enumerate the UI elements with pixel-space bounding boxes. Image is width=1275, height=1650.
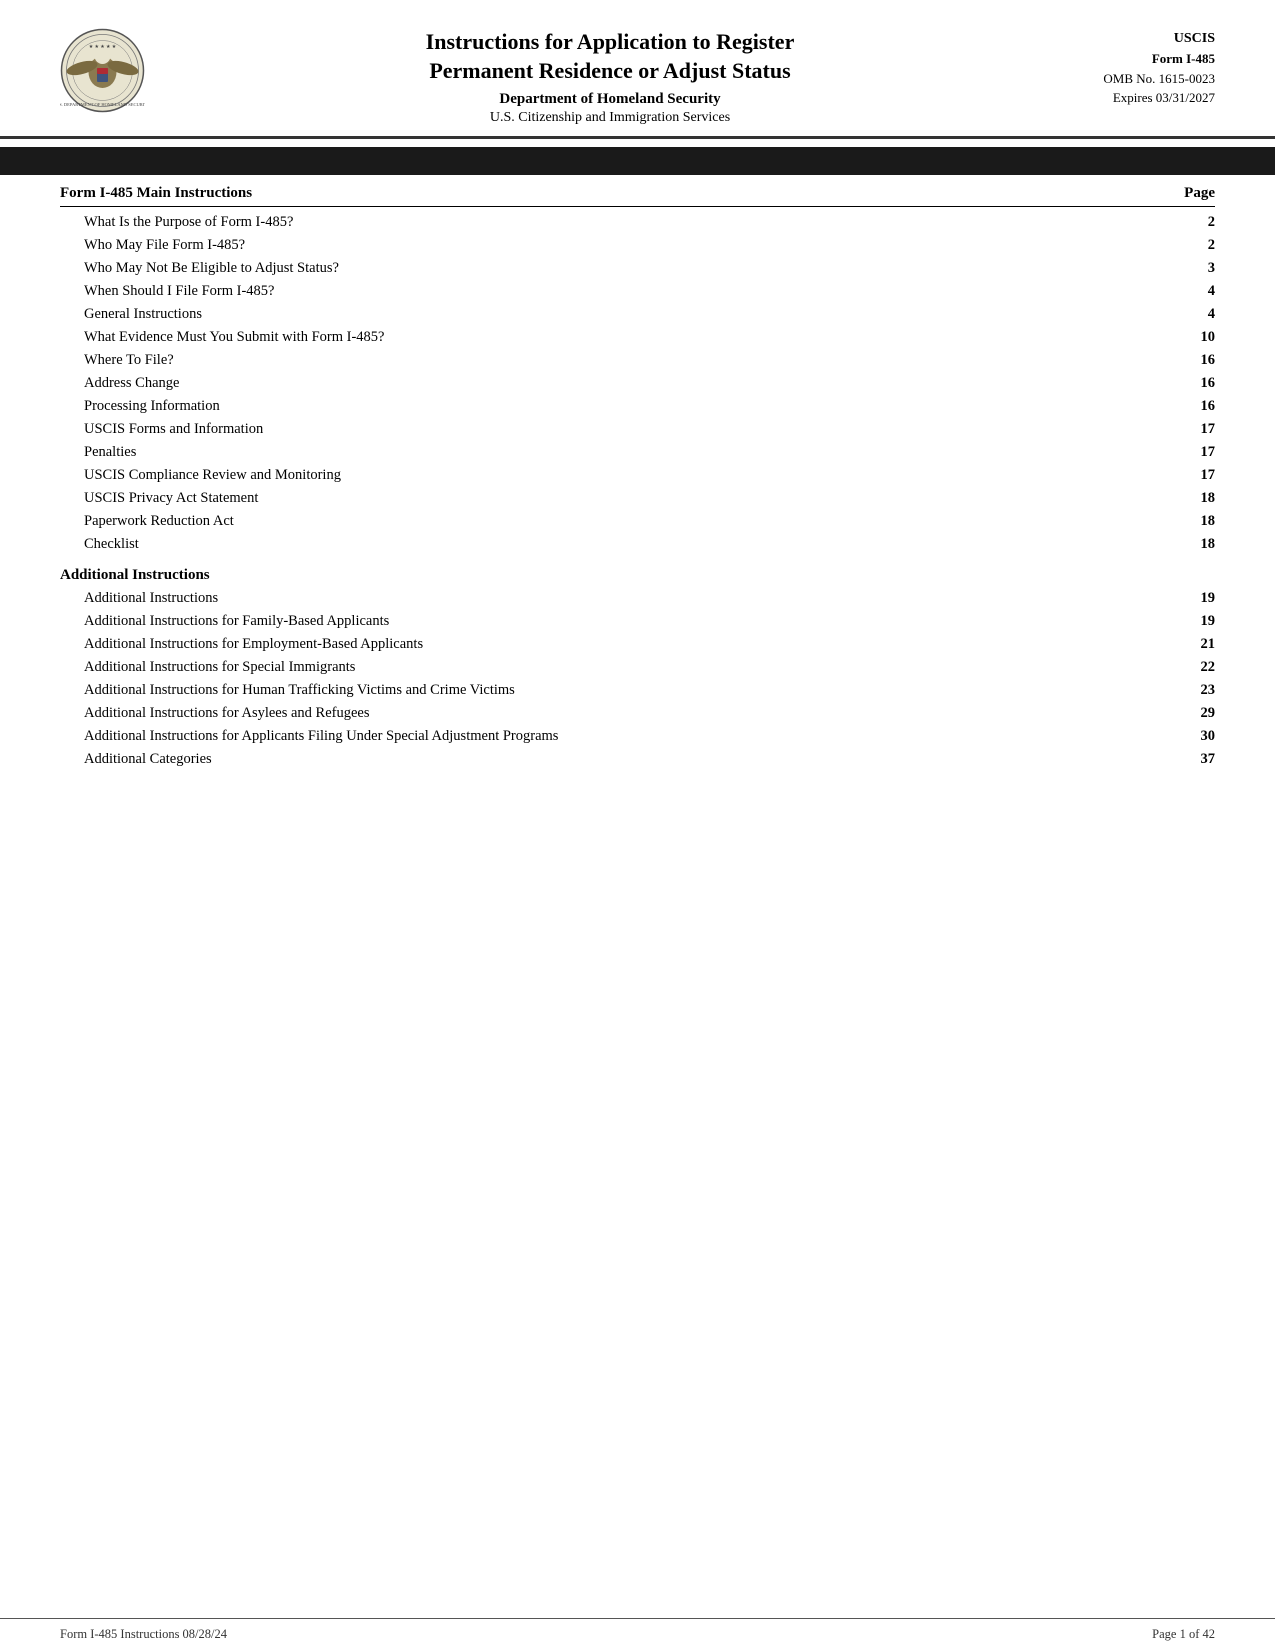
toc-row: General Instructions 4	[60, 303, 1215, 326]
toc-item-label: Paperwork Reduction Act	[84, 513, 1185, 530]
toc-item-label: Additional Instructions for Applicants F…	[84, 728, 1185, 745]
toc-item-page: 19	[1185, 590, 1215, 607]
page: ★ ★ ★ ★ ★ U.S. DEPARTMENT OF HOMELAND SE…	[0, 0, 1275, 1650]
toc-item-label: General Instructions	[84, 306, 1185, 323]
toc-item-page: 21	[1185, 636, 1215, 653]
toc-item-label: Who May Not Be Eligible to Adjust Status…	[84, 260, 1185, 277]
toc-item-label: Who May File Form I-485?	[84, 237, 1185, 254]
toc-item-label: Address Change	[84, 375, 1185, 392]
toc-item-page: 19	[1185, 613, 1215, 630]
toc-item-page: 30	[1185, 728, 1215, 745]
toc-section2-heading-row: Additional Instructions	[60, 564, 1215, 587]
toc-item-label: Additional Instructions for Human Traffi…	[84, 682, 1185, 699]
toc-row: Penalties 17	[60, 441, 1215, 464]
form-number: Form I-485	[1055, 49, 1215, 69]
toc-row: Additional Instructions for Family-Based…	[60, 610, 1215, 633]
toc-item-label: Where To File?	[84, 352, 1185, 369]
toc-row: Additional Instructions 19	[60, 587, 1215, 610]
toc-row: Address Change 16	[60, 372, 1215, 395]
uscis-label: USCIS	[1055, 28, 1215, 49]
header-right-block: USCIS Form I-485 OMB No. 1615-0023 Expir…	[1055, 28, 1215, 108]
toc-item-label: Additional Categories	[84, 751, 1185, 768]
toc-page-col-header: Page	[1184, 185, 1215, 202]
footer-left: Form I-485 Instructions 08/28/24	[60, 1627, 227, 1642]
toc-item-page: 18	[1185, 513, 1215, 530]
toc-item-page: 29	[1185, 705, 1215, 722]
footer: Form I-485 Instructions 08/28/24 Page 1 …	[0, 1618, 1275, 1650]
toc-item-label: What Evidence Must You Submit with Form …	[84, 329, 1185, 346]
toc-content: Form I-485 Main Instructions Page What I…	[0, 175, 1275, 801]
toc-item-label: USCIS Privacy Act Statement	[84, 490, 1185, 507]
toc-additional-rows: Additional Instructions 19 Additional In…	[60, 587, 1215, 771]
toc-item-label: Additional Instructions for Family-Based…	[84, 613, 1185, 630]
toc-row: Paperwork Reduction Act 18	[60, 510, 1215, 533]
toc-item-page: 4	[1185, 283, 1215, 300]
toc-item-page: 10	[1185, 329, 1215, 346]
toc-item-page: 23	[1185, 682, 1215, 699]
toc-row: Additional Instructions for Human Traffi…	[60, 679, 1215, 702]
toc-item-page: 2	[1185, 214, 1215, 231]
footer-right: Page 1 of 42	[1152, 1627, 1215, 1642]
toc-row: Who May Not Be Eligible to Adjust Status…	[60, 257, 1215, 280]
toc-item-page: 22	[1185, 659, 1215, 676]
toc-section2-heading: Additional Instructions	[60, 567, 1185, 584]
svg-text:U.S. DEPARTMENT OF HOMELAND SE: U.S. DEPARTMENT OF HOMELAND SECURITY	[60, 102, 145, 107]
toc-item-label: USCIS Compliance Review and Monitoring	[84, 467, 1185, 484]
header: ★ ★ ★ ★ ★ U.S. DEPARTMENT OF HOMELAND SE…	[0, 0, 1275, 139]
toc-row: Processing Information 16	[60, 395, 1215, 418]
toc-main-rows: What Is the Purpose of Form I-485? 2 Who…	[60, 211, 1215, 556]
toc-item-label: Checklist	[84, 536, 1185, 553]
toc-row: Who May File Form I-485? 2	[60, 234, 1215, 257]
toc-item-label: USCIS Forms and Information	[84, 421, 1185, 438]
department-name: Department of Homeland Security	[165, 91, 1055, 108]
toc-row: Where To File? 16	[60, 349, 1215, 372]
toc-row: Checklist 18	[60, 533, 1215, 556]
toc-item-page: 17	[1185, 467, 1215, 484]
toc-item-page: 16	[1185, 398, 1215, 415]
toc-header-row: Form I-485 Main Instructions Page	[60, 185, 1215, 207]
toc-row: Additional Instructions for Asylees and …	[60, 702, 1215, 725]
toc-item-page: 4	[1185, 306, 1215, 323]
dark-banner	[0, 147, 1275, 175]
toc-item-label: When Should I File Form I-485?	[84, 283, 1185, 300]
toc-item-page: 18	[1185, 490, 1215, 507]
toc-row: USCIS Compliance Review and Monitoring 1…	[60, 464, 1215, 487]
toc-row: When Should I File Form I-485? 4	[60, 280, 1215, 303]
toc-item-label: Additional Instructions for Employment-B…	[84, 636, 1185, 653]
toc-row: What Evidence Must You Submit with Form …	[60, 326, 1215, 349]
toc-item-label: Additional Instructions for Asylees and …	[84, 705, 1185, 722]
toc-item-page: 16	[1185, 352, 1215, 369]
toc-item-page: 17	[1185, 444, 1215, 461]
toc-row: Additional Instructions for Applicants F…	[60, 725, 1215, 748]
toc-row: USCIS Privacy Act Statement 18	[60, 487, 1215, 510]
toc-item-page: 3	[1185, 260, 1215, 277]
toc-item-page: 2	[1185, 237, 1215, 254]
toc-row: Additional Instructions for Special Immi…	[60, 656, 1215, 679]
toc-item-label: Processing Information	[84, 398, 1185, 415]
omb-number: OMB No. 1615-0023	[1055, 69, 1215, 89]
toc-row: What Is the Purpose of Form I-485? 2	[60, 211, 1215, 234]
toc-item-page: 16	[1185, 375, 1215, 392]
toc-section1-heading: Form I-485 Main Instructions	[60, 185, 252, 202]
toc-item-page: 18	[1185, 536, 1215, 553]
toc-item-label: What Is the Purpose of Form I-485?	[84, 214, 1185, 231]
toc-item-label: Penalties	[84, 444, 1185, 461]
toc-row: Additional Categories 37	[60, 748, 1215, 771]
document-title-line1: Instructions for Application to Register	[165, 28, 1055, 57]
toc-row: USCIS Forms and Information 17	[60, 418, 1215, 441]
toc-item-page: 17	[1185, 421, 1215, 438]
agency-seal: ★ ★ ★ ★ ★ U.S. DEPARTMENT OF HOMELAND SE…	[60, 28, 145, 113]
toc-row: Additional Instructions for Employment-B…	[60, 633, 1215, 656]
toc-item-page: 37	[1185, 751, 1215, 768]
svg-text:★ ★ ★ ★ ★: ★ ★ ★ ★ ★	[89, 44, 117, 50]
toc-item-label: Additional Instructions for Special Immi…	[84, 659, 1185, 676]
agency-name: U.S. Citizenship and Immigration Service…	[165, 110, 1055, 126]
document-title-line2: Permanent Residence or Adjust Status	[165, 57, 1055, 86]
expiration-date: Expires 03/31/2027	[1055, 88, 1215, 108]
header-center: Instructions for Application to Register…	[165, 28, 1055, 126]
toc-item-label: Additional Instructions	[84, 590, 1185, 607]
